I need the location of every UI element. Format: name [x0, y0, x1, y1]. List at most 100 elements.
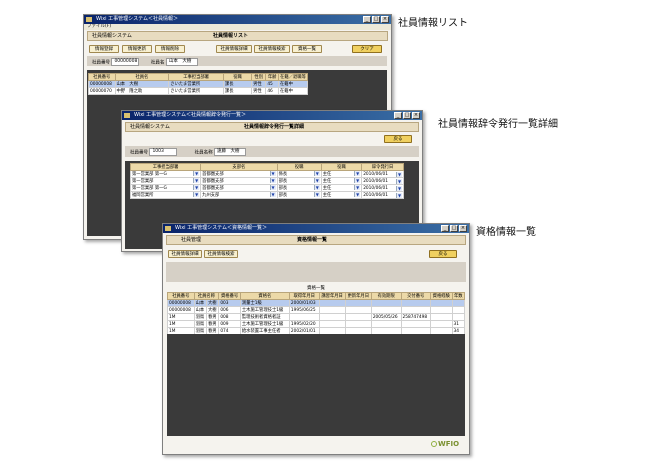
- position-select[interactable]: 主任 ▼: [320, 170, 363, 178]
- col-header[interactable]: 役職: [320, 163, 363, 171]
- position-select[interactable]: 係長 ▼: [276, 170, 322, 178]
- emp-no-field[interactable]: 1003: [149, 148, 178, 156]
- dept-select[interactable]: 福岡営業所 ▼: [129, 191, 202, 199]
- position-select[interactable]: 主任 ▼: [320, 191, 363, 199]
- emp-no-field[interactable]: 00000008: [111, 58, 140, 66]
- chevron-down-icon[interactable]: ▼: [354, 192, 361, 197]
- position-select[interactable]: 主任 ▼: [320, 177, 363, 185]
- chevron-down-icon[interactable]: ▼: [269, 178, 276, 183]
- clear-button[interactable]: クリア: [352, 45, 382, 53]
- chevron-down-icon[interactable]: ▼: [193, 192, 200, 197]
- close-button[interactable]: ×: [381, 16, 389, 23]
- branch-select[interactable]: 首都圏支部 ▼: [200, 177, 278, 185]
- date-select[interactable]: 2010/06/01 ▼: [361, 170, 404, 178]
- chevron-down-icon[interactable]: ▼: [354, 185, 361, 190]
- chevron-down-icon[interactable]: ▼: [269, 192, 276, 197]
- branch-select[interactable]: 首都圏支部 ▼: [200, 184, 278, 192]
- chevron-down-icon[interactable]: ▼: [193, 185, 200, 190]
- back-button[interactable]: 戻る: [429, 250, 457, 258]
- table-row[interactable]: 福岡営業所 ▼ 九州支部 ▼ 部長 ▼ 主任 ▼ 2010/06/01 ▼: [129, 191, 404, 199]
- maximize-button[interactable]: □: [450, 225, 458, 232]
- col-header[interactable]: 工事担当部署: [129, 163, 202, 171]
- col-header[interactable]: 役職: [276, 163, 322, 171]
- col-header[interactable]: 社員名: [114, 73, 170, 81]
- col-header[interactable]: 講習年月日: [318, 292, 346, 300]
- position-select[interactable]: 部長 ▼: [276, 184, 322, 192]
- col-header[interactable]: 辞令発行日: [361, 163, 404, 171]
- dept-select[interactable]: 第一営業部 ▼: [129, 177, 202, 185]
- chevron-down-icon[interactable]: ▼: [396, 171, 402, 177]
- col-header[interactable]: 工事担当部署: [168, 73, 224, 81]
- table-row[interactable]: 1M 羽鳥 春男 008 監理技術者資格者証 2005/05/26 258747…: [167, 313, 466, 321]
- chevron-down-icon[interactable]: ▼: [313, 192, 320, 197]
- menu-file[interactable]: ファイル(F): [87, 24, 111, 29]
- col-header[interactable]: 支部名: [200, 163, 278, 171]
- col-header[interactable]: 資格番号: [218, 292, 241, 300]
- maximize-button[interactable]: □: [403, 112, 411, 119]
- search-button[interactable]: 社員情報検索: [254, 45, 290, 53]
- col-header[interactable]: 年数: [451, 292, 466, 300]
- table-row[interactable]: 第一営業部 ▼ 首都圏支部 ▼ 部長 ▼ 主任 ▼ 2010/06/01 ▼: [129, 177, 404, 185]
- dept-select[interactable]: 第一営業部 第一G ▼: [129, 170, 202, 178]
- col-header[interactable]: 社員番号: [167, 292, 195, 300]
- close-button[interactable]: ×: [459, 225, 467, 232]
- close-button[interactable]: ×: [412, 112, 420, 119]
- col-header[interactable]: 在籍／退職等: [277, 73, 309, 81]
- date-select[interactable]: 2010/06/01 ▼: [361, 184, 404, 192]
- delete-button[interactable]: 情報削除: [155, 45, 185, 53]
- chevron-down-icon[interactable]: ▼: [193, 171, 200, 176]
- col-header[interactable]: 社員番号: [88, 73, 116, 81]
- emp-name-field[interactable]: 遠藤 大樹: [214, 148, 247, 156]
- table-row[interactable]: 第一営業部 第一G ▼ 首都圏支部 ▼ 係長 ▼ 主任 ▼ 2010/06/01 ▼: [129, 170, 404, 178]
- col-header[interactable]: 性別: [251, 73, 267, 81]
- emp-name-field[interactable]: 山本 大樹: [165, 58, 198, 66]
- chevron-down-icon[interactable]: ▼: [313, 171, 320, 176]
- minimize-button[interactable]: _: [363, 16, 371, 23]
- edit-button[interactable]: 情報更新: [122, 45, 152, 53]
- minimize-button[interactable]: _: [441, 225, 449, 232]
- position-select[interactable]: 部長 ▼: [276, 191, 322, 199]
- list-button[interactable]: 資格一覧: [292, 45, 322, 53]
- chevron-down-icon[interactable]: ▼: [313, 178, 320, 183]
- chevron-down-icon[interactable]: ▼: [354, 178, 361, 183]
- table-row[interactable]: 00000008 山本 大樹 003 測量士1級 2000/01/03: [167, 299, 466, 307]
- col-header[interactable]: 年齢: [265, 73, 279, 81]
- col-header[interactable]: 有効期限: [370, 292, 402, 300]
- date-select[interactable]: 2010/06/01 ▼: [361, 191, 404, 199]
- add-button[interactable]: 情報登録: [89, 45, 119, 53]
- table-row[interactable]: 1M 羽鳥 春男 009 土木施工管理技士1級 1995/02/20 31: [167, 320, 466, 328]
- branch-select[interactable]: 首都圏支部 ▼: [200, 170, 278, 178]
- back-button[interactable]: 戻る: [384, 135, 412, 143]
- col-header[interactable]: 交付番号: [400, 292, 431, 300]
- chevron-down-icon[interactable]: ▼: [193, 178, 200, 183]
- table-row[interactable]: 00000070 中野 隆之助 さいたま営業所 課長 男性 46 在籍中: [88, 87, 309, 95]
- detail-button[interactable]: 社員情報詳細: [168, 250, 202, 258]
- maximize-button[interactable]: □: [372, 16, 380, 23]
- col-header[interactable]: 社員名称: [193, 292, 220, 300]
- chevron-down-icon[interactable]: ▼: [269, 185, 276, 190]
- position-select[interactable]: 主任 ▼: [320, 184, 363, 192]
- cell: 1995/06/25: [288, 306, 320, 314]
- date-select[interactable]: 2010/06/01 ▼: [361, 177, 404, 185]
- chevron-down-icon[interactable]: ▼: [354, 171, 361, 176]
- col-header[interactable]: 更新年月日: [344, 292, 372, 300]
- position-select[interactable]: 部長 ▼: [276, 177, 322, 185]
- table-row[interactable]: 00000008 山本 大樹 006 土木施工管理技士1級 1995/06/25: [167, 306, 466, 314]
- chevron-down-icon[interactable]: ▼: [269, 171, 276, 176]
- search-button[interactable]: 社員情報検索: [204, 250, 238, 258]
- table-row[interactable]: 第一営業部 第一G ▼ 首都圏支部 ▼ 部長 ▼ 主任 ▼ 2010/06/01 ▼: [129, 184, 404, 192]
- chevron-down-icon[interactable]: ▼: [396, 178, 402, 184]
- chevron-down-icon[interactable]: ▼: [396, 192, 402, 198]
- chevron-down-icon[interactable]: ▼: [313, 185, 320, 190]
- detail-button[interactable]: 社員情報詳細: [216, 45, 252, 53]
- window-qualification: Wixi 工事管理システム＜資格情報一覧＞ _ □ × 社員管理 資格情報一覧 …: [162, 223, 470, 455]
- col-header[interactable]: 取得年月日: [288, 292, 320, 300]
- table-row[interactable]: 00000008 山本 大樹 さいたま営業所 課長 男性 45 在籍中: [88, 80, 309, 88]
- chevron-down-icon[interactable]: ▼: [396, 185, 402, 191]
- col-header[interactable]: 資格名: [239, 292, 290, 300]
- col-header[interactable]: 役職: [222, 73, 253, 81]
- minimize-button[interactable]: _: [394, 112, 402, 119]
- branch-select[interactable]: 九州支部 ▼: [200, 191, 278, 199]
- dept-select[interactable]: 第一営業部 第一G ▼: [129, 184, 202, 192]
- col-header[interactable]: 資格経験: [429, 292, 453, 300]
